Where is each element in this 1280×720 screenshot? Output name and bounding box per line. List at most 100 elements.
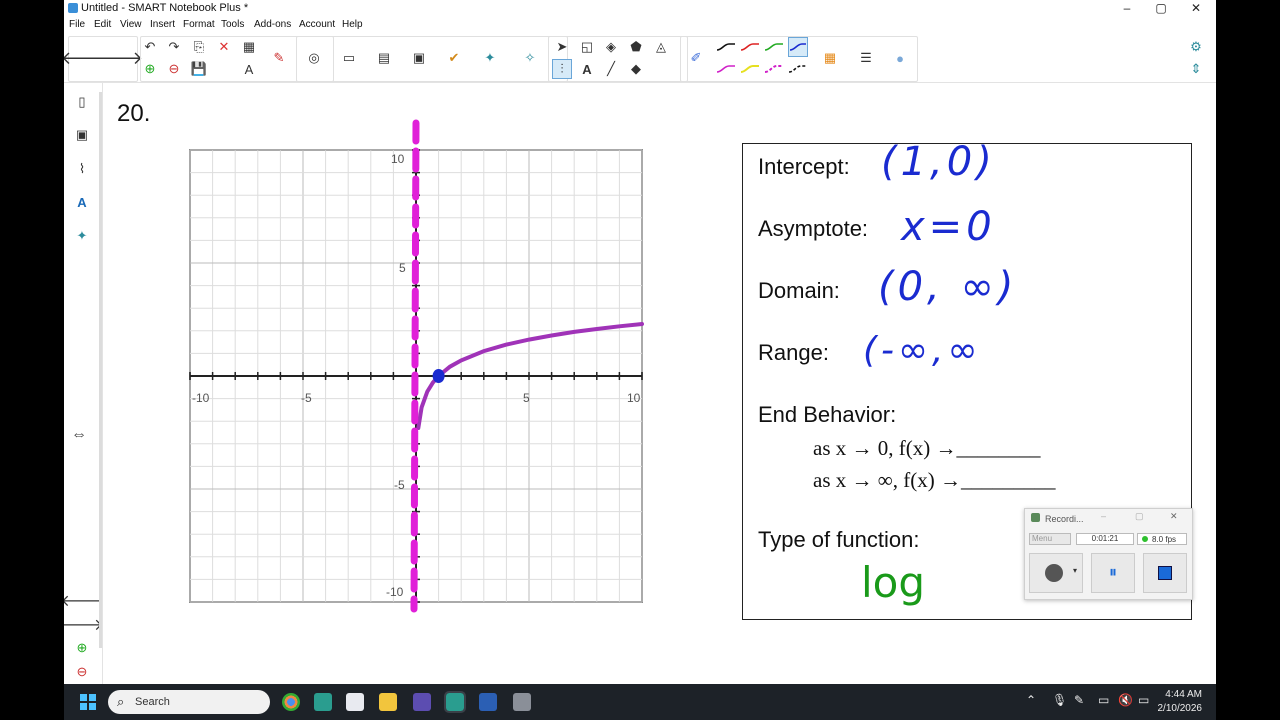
sidebar-next-arrow-icon[interactable]: 🡒 [64,614,103,634]
record-button[interactable]: ▾ [1029,553,1083,593]
minimize-button[interactable]: – [1116,1,1138,15]
menu-view[interactable]: View [120,19,142,30]
shape-tool-icon[interactable]: ◱ [577,37,597,57]
fill-icon[interactable]: ⬟ [626,37,646,57]
menu-insert[interactable]: Insert [150,19,175,30]
start-windows-icon[interactable] [80,694,96,710]
pen-red-icon[interactable] [740,37,760,57]
pen-dashed-black-icon[interactable] [788,59,808,79]
battery-icon[interactable]: ▭ [1138,693,1149,707]
camera-icon[interactable]: ▭ [339,48,359,68]
table-icon[interactable]: ▦ [239,37,259,57]
app-icon [68,3,78,13]
menu-format[interactable]: Format [183,19,215,30]
shape-recognition-icon[interactable]: ◈ [601,37,621,57]
next-page-arrow-icon[interactable]: 🡒 [95,48,143,68]
pen-blue-icon[interactable] [788,37,808,57]
maximize-button[interactable]: ▢ [1150,1,1172,15]
add-ons-icon[interactable]: ✦ [480,48,500,68]
undo-icon[interactable]: ↶ [140,37,160,57]
document-camera-icon[interactable]: ▣ [409,48,429,68]
pen-icon[interactable]: ✐ [686,48,706,68]
pen-black-icon[interactable] [716,37,736,57]
fill-effects-icon[interactable]: ● [890,48,910,68]
paste-icon[interactable]: ⎘ [189,37,209,57]
pen-dashed-magenta-icon[interactable] [764,59,784,79]
delete-page-icon[interactable]: ⊖ [164,59,184,79]
properties-icon[interactable]: A [72,192,92,212]
new-page-icon[interactable]: ⊕ [140,59,160,79]
sidebar-prev-arrow-icon[interactable]: 🡐 [64,590,103,610]
menu-help[interactable]: Help [342,19,363,30]
text-tool-icon[interactable]: A [577,59,597,79]
gallery-panel-icon[interactable]: ▣ [72,125,92,145]
sidebar-delete-page-icon[interactable]: ⊖ [72,662,92,682]
gallery-icon[interactable]: ✧ [520,48,540,68]
tables-tool-icon[interactable]: ⫶ [552,59,572,79]
resize-handle-icon[interactable]: ⇔ [69,425,89,445]
menu-account[interactable]: Account [299,19,335,30]
recorder-menu-dropdown[interactable]: Menu [1029,533,1071,545]
pause-button[interactable]: ⏸ [1091,553,1135,593]
page-sorter-icon[interactable]: ▯ [72,92,92,112]
microphone-icon[interactable]: 🎙 [1052,693,1067,707]
menu-tools[interactable]: Tools [221,19,244,30]
recorder-status-dot-icon [1142,536,1148,542]
move-toolbar-icon[interactable]: ⇕ [1186,59,1206,79]
activity-builder-icon[interactable]: ✔ [444,48,464,68]
settings-gear-icon[interactable]: ⚙ [1186,37,1206,57]
add-ons-panel-icon[interactable]: ✦ [72,226,92,246]
recorder-close-button[interactable]: ✕ [1170,511,1178,522]
select-cursor-icon[interactable]: ➤ [552,37,572,57]
recorder-maximize-button[interactable]: ▢ [1135,511,1144,522]
asymptote-answer: x=0 [901,204,996,250]
text-format-icon[interactable]: A [239,59,259,79]
eraser-shape-icon[interactable]: ◬ [651,37,671,57]
menu-bar: File Edit View Insert Format Tools Add-o… [64,17,1216,33]
smart-notebook-taskbar-icon[interactable] [444,691,466,713]
eraser-icon[interactable]: ◆ [626,59,646,79]
line-style-icon[interactable]: ☰ [856,48,876,68]
line-tool-icon[interactable]: ╱ [601,59,621,79]
pen-menu-icon[interactable]: ✎ [1074,693,1084,707]
network-icon[interactable]: ▭ [1098,693,1109,707]
clear-ink-icon[interactable]: ✎ [269,48,289,68]
file-explorer-icon[interactable] [379,693,397,711]
record-options-caret-icon[interactable]: ▾ [1073,566,1077,575]
delete-icon[interactable]: ✕ [214,37,234,57]
word-icon[interactable] [479,693,497,711]
display-screen-icon[interactable]: ▤ [374,48,394,68]
save-icon[interactable]: 💾 [189,59,209,79]
end-behavior-label: End Behavior: [758,402,897,427]
taskbar-date[interactable]: 2/10/2026 [1156,703,1203,714]
close-button[interactable]: ✕ [1185,1,1207,15]
color-palette-icon[interactable]: ▦ [820,48,840,68]
menu-addons[interactable]: Add-ons [254,19,291,30]
highlighter-yellow-icon[interactable] [740,59,760,79]
tray-chevron-icon[interactable]: ⌃ [1026,693,1036,707]
menu-file[interactable]: File [69,19,85,30]
taskbar-search[interactable]: ⌕ Search [108,690,270,714]
onenote-icon[interactable] [413,693,431,711]
menu-edit[interactable]: Edit [94,19,111,30]
volume-mute-icon[interactable]: 🔇 [1118,693,1133,707]
recorder-minimize-button[interactable]: – [1101,511,1106,521]
domain-answer: (0, ∞) [878,264,1018,310]
recorder-taskbar-icon[interactable] [513,693,531,711]
snipping-tool-icon[interactable] [346,693,364,711]
screen-capture-icon[interactable]: ◎ [304,48,324,68]
pen-green-icon[interactable] [764,37,784,57]
notebook-app-icon[interactable] [314,693,332,711]
end-behavior-line-1: as x → 0, f(x) →________ [813,436,1041,460]
previous-page-arrow-icon[interactable]: 🡐 [64,48,109,68]
chrome-icon[interactable] [282,693,300,711]
pen-magenta-icon[interactable] [716,59,736,79]
taskbar-time[interactable]: 4:44 AM [1156,689,1202,700]
record-circle-icon [1045,564,1063,582]
intercept-answer: (1,0) [881,139,996,185]
sidebar-add-page-icon[interactable]: ⊕ [72,638,92,658]
attachments-icon[interactable]: ⌇ [72,159,92,179]
stop-button[interactable] [1143,553,1187,593]
redo-icon[interactable]: ↷ [164,37,184,57]
sidebar-scrollbar[interactable] [99,92,102,648]
